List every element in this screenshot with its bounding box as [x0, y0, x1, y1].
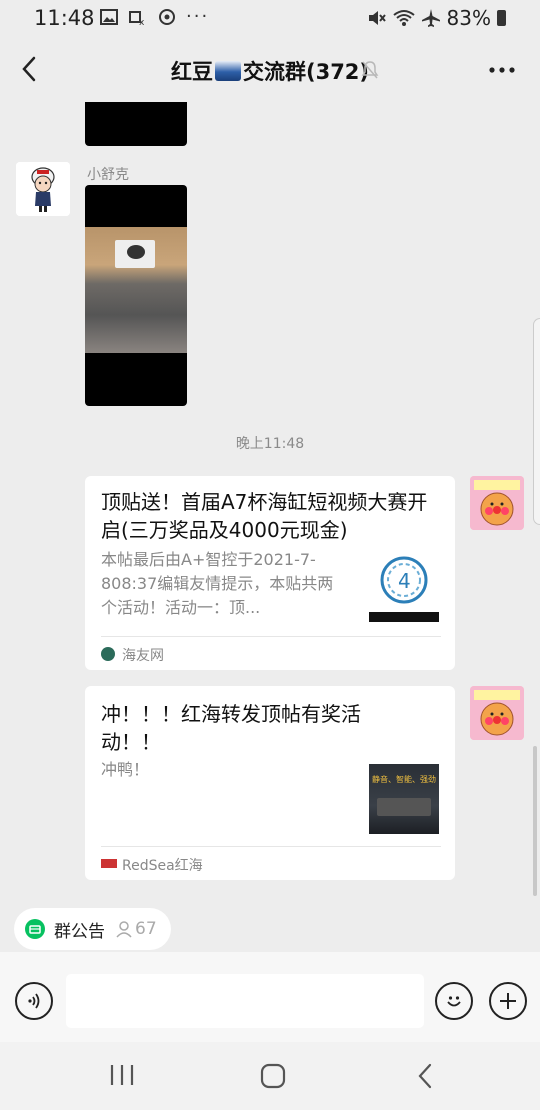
battery-icon: [497, 10, 506, 26]
wave-emoji-icon: [214, 61, 241, 81]
timestamp: 晚上11:48: [235, 436, 305, 452]
notice-label: 群公告: [54, 921, 105, 942]
more-dots-icon: ···: [186, 6, 210, 27]
chat-title: 红豆 交流群(372): [0, 56, 540, 86]
home-button[interactable]: [259, 1062, 287, 1090]
nav-back-button[interactable]: [412, 1062, 440, 1090]
anpanman-avatar-icon: [470, 476, 524, 530]
voice-icon: [28, 993, 40, 1009]
link-card[interactable]: 顶贴送！首届A7杯海缸短视频大赛开启(三万奖品及4000元现金) 本帖最后由A+…: [85, 476, 455, 670]
source-logo-icon: [101, 647, 115, 661]
thumbnail-caption: 静音、智能、强劲: [372, 775, 436, 784]
my-avatar[interactable]: [470, 686, 524, 740]
system-nav-bar: [0, 1042, 540, 1110]
card-title: 顶贴送！首届A7杯海缸短视频大赛开启(三万奖品及4000元现金): [101, 490, 428, 542]
status-time: 11:48: [34, 6, 95, 30]
status-bar: 11:48 x ··· 83%: [0, 0, 540, 38]
message-input[interactable]: [66, 974, 424, 1028]
battery-text: 83%: [446, 6, 491, 30]
card-divider: [101, 636, 441, 637]
wifi-icon: [392, 10, 415, 26]
more-icon: [489, 67, 515, 73]
redsea-logo-icon: [101, 859, 117, 868]
link-card[interactable]: 冲！！！红海转发顶帖有奖活动！！ 冲鸭！ 静音、智能、强劲 RedSea红海: [85, 686, 455, 880]
card-description: 本帖最后由A+智控于2021-7-808:37编辑友情提示，本贴共两个活动！活动…: [101, 550, 334, 617]
anpanman-avatar-icon: [470, 686, 524, 740]
title-suffix: 交流群(372): [242, 60, 370, 84]
mute-bell-icon: [361, 61, 379, 79]
notice-icon: [25, 919, 45, 939]
voice-button[interactable]: [15, 982, 53, 1020]
sync-icon: [159, 9, 175, 25]
input-bar: [0, 952, 540, 1042]
image-message[interactable]: [85, 185, 187, 406]
a4-logo-icon: 4: [369, 556, 439, 622]
scrollbar[interactable]: [533, 746, 537, 896]
plus-icon: [500, 993, 516, 1009]
image-photo-detail: [127, 245, 145, 259]
notice-count: 67: [135, 919, 157, 939]
card-title: 冲！！！红海转发顶帖有奖活动！！: [101, 702, 361, 754]
recent-apps-button[interactable]: [108, 1062, 136, 1088]
card-source: RedSea红海: [122, 858, 203, 874]
thumbnail-device: [377, 798, 431, 816]
card-thumbnail: 4: [369, 552, 439, 622]
my-avatar[interactable]: [470, 476, 524, 530]
image-icon: [100, 9, 118, 25]
image-message-partial[interactable]: [85, 102, 187, 146]
chat-header: 红豆 交流群(372): [0, 38, 540, 102]
person-icon: [116, 921, 132, 938]
card-description: 冲鸭！: [101, 760, 150, 779]
svg-text:x: x: [139, 18, 145, 26]
home-icon: [260, 1063, 286, 1089]
card-thumbnail: 静音、智能、强劲: [369, 764, 439, 834]
add-button[interactable]: [489, 982, 527, 1020]
mute-icon: [368, 11, 386, 25]
svg-text:4: 4: [398, 569, 411, 593]
back-icon: [418, 1063, 432, 1089]
avatar-cartoon-icon: [16, 162, 70, 216]
avatar[interactable]: [16, 162, 70, 216]
airplane-icon: [421, 9, 440, 27]
card-divider: [101, 846, 441, 847]
group-notice-button[interactable]: 群公告 67: [14, 908, 171, 950]
more-button[interactable]: [488, 56, 516, 76]
title-prefix: 红豆: [170, 60, 213, 84]
emoji-icon: [447, 996, 461, 1007]
sender-name: 小舒克: [87, 167, 129, 183]
emoji-button[interactable]: [435, 982, 473, 1020]
recents-icon: [110, 1065, 134, 1085]
card-source: 海友网: [122, 648, 164, 664]
vpn-key-icon: x: [129, 11, 145, 26]
edge-panel-handle[interactable]: [533, 318, 540, 525]
